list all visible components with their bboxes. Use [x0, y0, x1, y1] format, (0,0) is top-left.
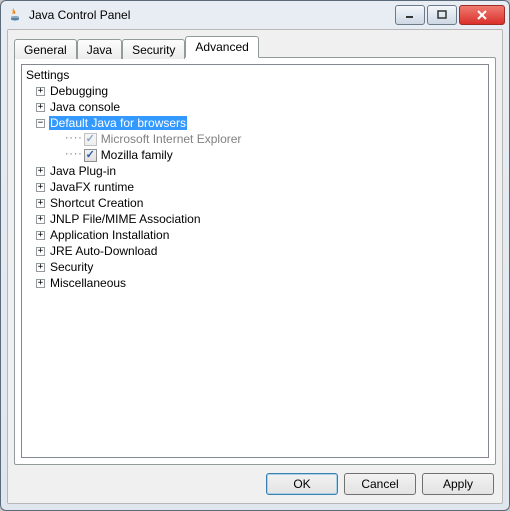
plus-icon[interactable]: + — [36, 247, 45, 256]
close-button[interactable] — [459, 5, 505, 25]
plus-icon[interactable]: + — [36, 167, 45, 176]
tab-security[interactable]: Security — [122, 39, 185, 59]
minimize-button[interactable] — [395, 5, 425, 25]
tree-child-msie[interactable]: ···· Microsoft Internet Explorer — [64, 131, 486, 147]
tree-child-mozilla[interactable]: ···· Mozilla family — [64, 147, 486, 163]
minus-icon[interactable]: − — [36, 119, 45, 128]
tree-node-misc[interactable]: + Miscellaneous — [36, 275, 486, 291]
titlebar[interactable]: Java Control Panel — [1, 1, 509, 29]
tree-node-javafx-runtime[interactable]: + JavaFX runtime — [36, 179, 486, 195]
plus-icon[interactable]: + — [36, 183, 45, 192]
tree-node-java-plugin[interactable]: + Java Plug-in — [36, 163, 486, 179]
plus-icon[interactable]: + — [36, 263, 45, 272]
tab-pane-advanced: Settings + Debugging + Java console − De… — [14, 57, 496, 465]
tree-node-default-java-browsers[interactable]: − Default Java for browsers — [36, 115, 486, 131]
ok-button[interactable]: OK — [266, 473, 338, 495]
plus-icon[interactable]: + — [36, 231, 45, 240]
java-control-panel-window: Java Control Panel General Java Security… — [0, 0, 510, 511]
maximize-button[interactable] — [427, 5, 457, 25]
tab-advanced[interactable]: Advanced — [185, 36, 258, 58]
plus-icon[interactable]: + — [36, 87, 45, 96]
plus-icon[interactable]: + — [36, 279, 45, 288]
tab-java[interactable]: Java — [77, 39, 122, 59]
tree-node-jnlp-mime[interactable]: + JNLP File/MIME Association — [36, 211, 486, 227]
tree-node-shortcut-creation[interactable]: + Shortcut Creation — [36, 195, 486, 211]
tab-general[interactable]: General — [14, 39, 77, 59]
tree-node-jre-auto[interactable]: + JRE Auto-Download — [36, 243, 486, 259]
checkbox-msie[interactable] — [84, 133, 97, 146]
client-area: General Java Security Advanced Settings … — [7, 29, 503, 504]
checkbox-mozilla[interactable] — [84, 149, 97, 162]
tree-line-icon: ···· — [64, 134, 82, 144]
plus-icon[interactable]: + — [36, 199, 45, 208]
dialog-buttons: OK Cancel Apply — [14, 465, 496, 497]
settings-tree[interactable]: Settings + Debugging + Java console − De… — [21, 64, 489, 458]
tree-node-debugging[interactable]: + Debugging — [36, 83, 486, 99]
tree-root: Settings — [24, 67, 486, 83]
window-title: Java Control Panel — [29, 8, 393, 22]
plus-icon[interactable]: + — [36, 103, 45, 112]
java-icon — [7, 7, 23, 23]
plus-icon[interactable]: + — [36, 215, 45, 224]
cancel-button[interactable]: Cancel — [344, 473, 416, 495]
apply-button[interactable]: Apply — [422, 473, 494, 495]
tree-node-java-console[interactable]: + Java console — [36, 99, 486, 115]
tree-node-app-install[interactable]: + Application Installation — [36, 227, 486, 243]
tree-node-security[interactable]: + Security — [36, 259, 486, 275]
tab-strip: General Java Security Advanced — [14, 36, 496, 58]
tree-line-icon: ···· — [64, 150, 82, 160]
caption-buttons — [393, 5, 505, 25]
